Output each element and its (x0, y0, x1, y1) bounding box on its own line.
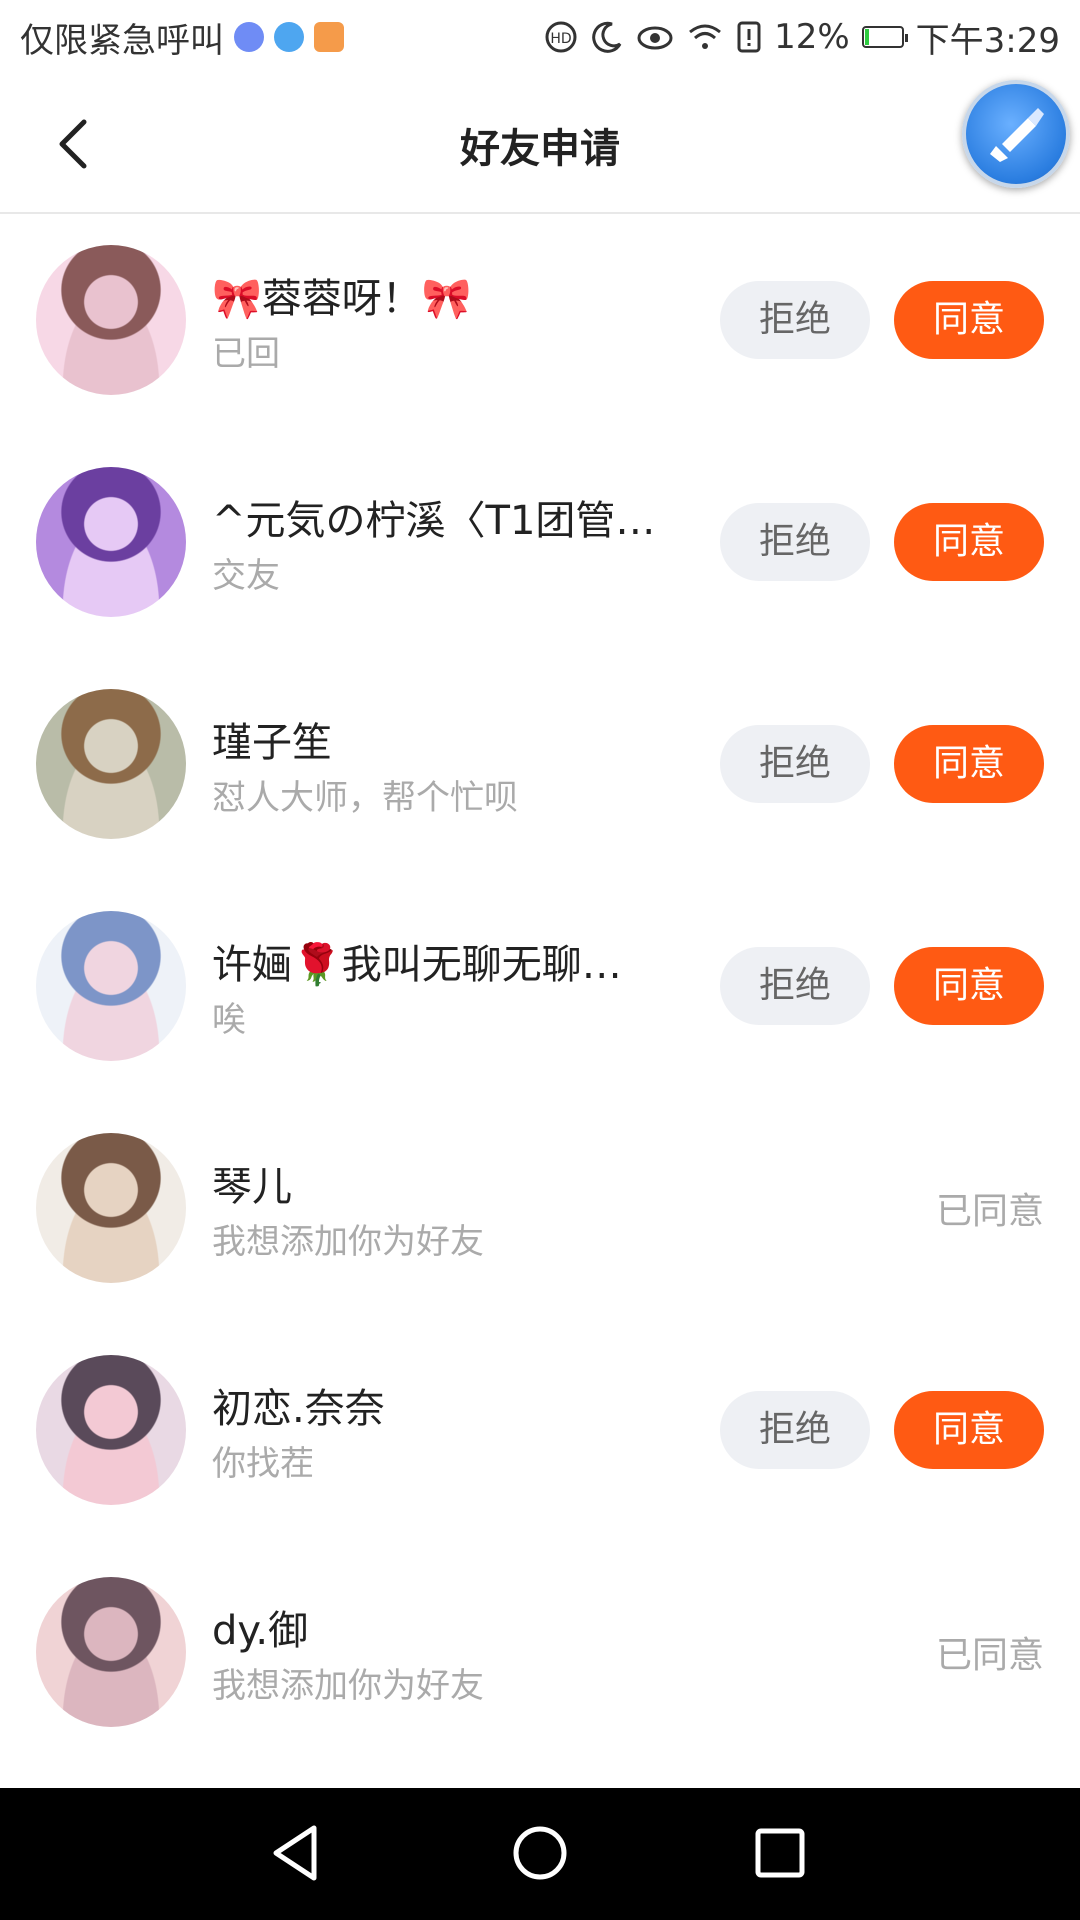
battery-icon (861, 26, 908, 48)
clock-time: 下午3:29 (915, 20, 1060, 61)
sim-alert-icon (737, 21, 761, 53)
reject-button[interactable]: 拒绝 (720, 503, 870, 581)
nav-back-button[interactable] (264, 1818, 334, 1888)
agree-button[interactable]: 同意 (894, 725, 1044, 803)
status-right: HD 12% 下午3:29 (544, 14, 1060, 61)
moon-icon (592, 21, 622, 53)
nav-recents-button[interactable] (745, 1818, 815, 1888)
reject-button[interactable]: 拒绝 (720, 1391, 870, 1469)
request-message: 交友 (212, 556, 280, 596)
hd-call-icon: HD (545, 21, 577, 53)
request-message: 我想添加你为好友 (212, 1666, 484, 1706)
svg-text:HD: HD (550, 31, 571, 47)
avatar[interactable] (36, 1577, 186, 1727)
request-row[interactable]: 许婳🌹我叫无聊无聊… 唉 拒绝 同意 (0, 880, 1080, 1102)
request-name: ^元気の柠溪〈T1团管… (212, 498, 656, 544)
eye-icon (637, 26, 673, 50)
avatar[interactable] (36, 1355, 186, 1505)
request-message: 你找茬 (212, 1444, 314, 1484)
request-row[interactable]: 瑾子笙怼人大师，帮个忙呗 拒绝 同意 (0, 658, 1080, 880)
request-row[interactable]: ^元気の柠溪〈T1团管… 交友 拒绝 同意 (0, 436, 1080, 658)
request-message: 我想添加你为好友 (212, 1222, 484, 1262)
avatar[interactable] (36, 245, 186, 395)
carrier-text: 仅限紧急呼叫 (20, 20, 224, 61)
reject-button[interactable]: 拒绝 (720, 725, 870, 803)
reject-button[interactable]: 拒绝 (720, 947, 870, 1025)
agree-button[interactable]: 同意 (894, 1391, 1044, 1469)
agree-button[interactable]: 同意 (894, 281, 1044, 359)
battery-level (864, 29, 869, 45)
nav-home-button[interactable] (505, 1818, 575, 1888)
reject-button[interactable]: 拒绝 (720, 281, 870, 359)
header: 好友申请 (0, 72, 1080, 214)
square-recents-icon (755, 1828, 805, 1878)
floating-clean-button[interactable] (962, 80, 1070, 188)
request-message: 怼人大师，帮个忙呗 (212, 778, 518, 818)
request-row[interactable]: 琴儿我想添加你为好友 已同意 (0, 1102, 1080, 1324)
wifi-icon (689, 24, 721, 49)
browser-app-icon (274, 22, 304, 52)
status-bar: 仅限紧急呼叫 HD 12% 下午3:29 (0, 0, 1080, 72)
request-name: 许婳🌹我叫无聊无聊… (212, 942, 622, 988)
agreed-status: 已同意 (935, 1191, 1044, 1232)
triangle-back-icon (273, 1825, 317, 1881)
page-title: 好友申请 (460, 126, 620, 172)
agree-button[interactable]: 同意 (894, 503, 1044, 581)
request-row[interactable]: 初恋.奈奈你找茬 拒绝 同意 (0, 1324, 1080, 1546)
avatar[interactable] (36, 1133, 186, 1283)
app-store-icon (314, 22, 344, 52)
status-left: 仅限紧急呼叫 (20, 14, 344, 61)
avatar[interactable] (36, 467, 186, 617)
request-row[interactable]: dy.御我想添加你为好友 已同意 (0, 1546, 1080, 1768)
request-name: 初恋.奈奈 (212, 1386, 385, 1432)
agreed-status: 已同意 (935, 1635, 1044, 1676)
request-name: 琴儿 (212, 1164, 292, 1210)
request-message: 已回 (212, 334, 280, 374)
agree-button[interactable]: 同意 (894, 947, 1044, 1025)
broom-icon (990, 108, 1044, 162)
music-app-icon (234, 22, 264, 52)
request-message: 唉 (212, 1000, 246, 1040)
request-name: 瑾子笙 (212, 720, 332, 766)
battery-percent: 12% (774, 17, 850, 57)
system-nav-bar (0, 1788, 1080, 1920)
request-name: dy.御 (212, 1608, 309, 1654)
request-name: 🎀蓉蓉呀！🎀 (212, 276, 472, 322)
circle-home-icon (513, 1826, 567, 1880)
request-row[interactable]: 🎀蓉蓉呀！🎀 已回 拒绝 同意 (0, 214, 1080, 436)
avatar[interactable] (36, 689, 186, 839)
avatar[interactable] (36, 911, 186, 1061)
